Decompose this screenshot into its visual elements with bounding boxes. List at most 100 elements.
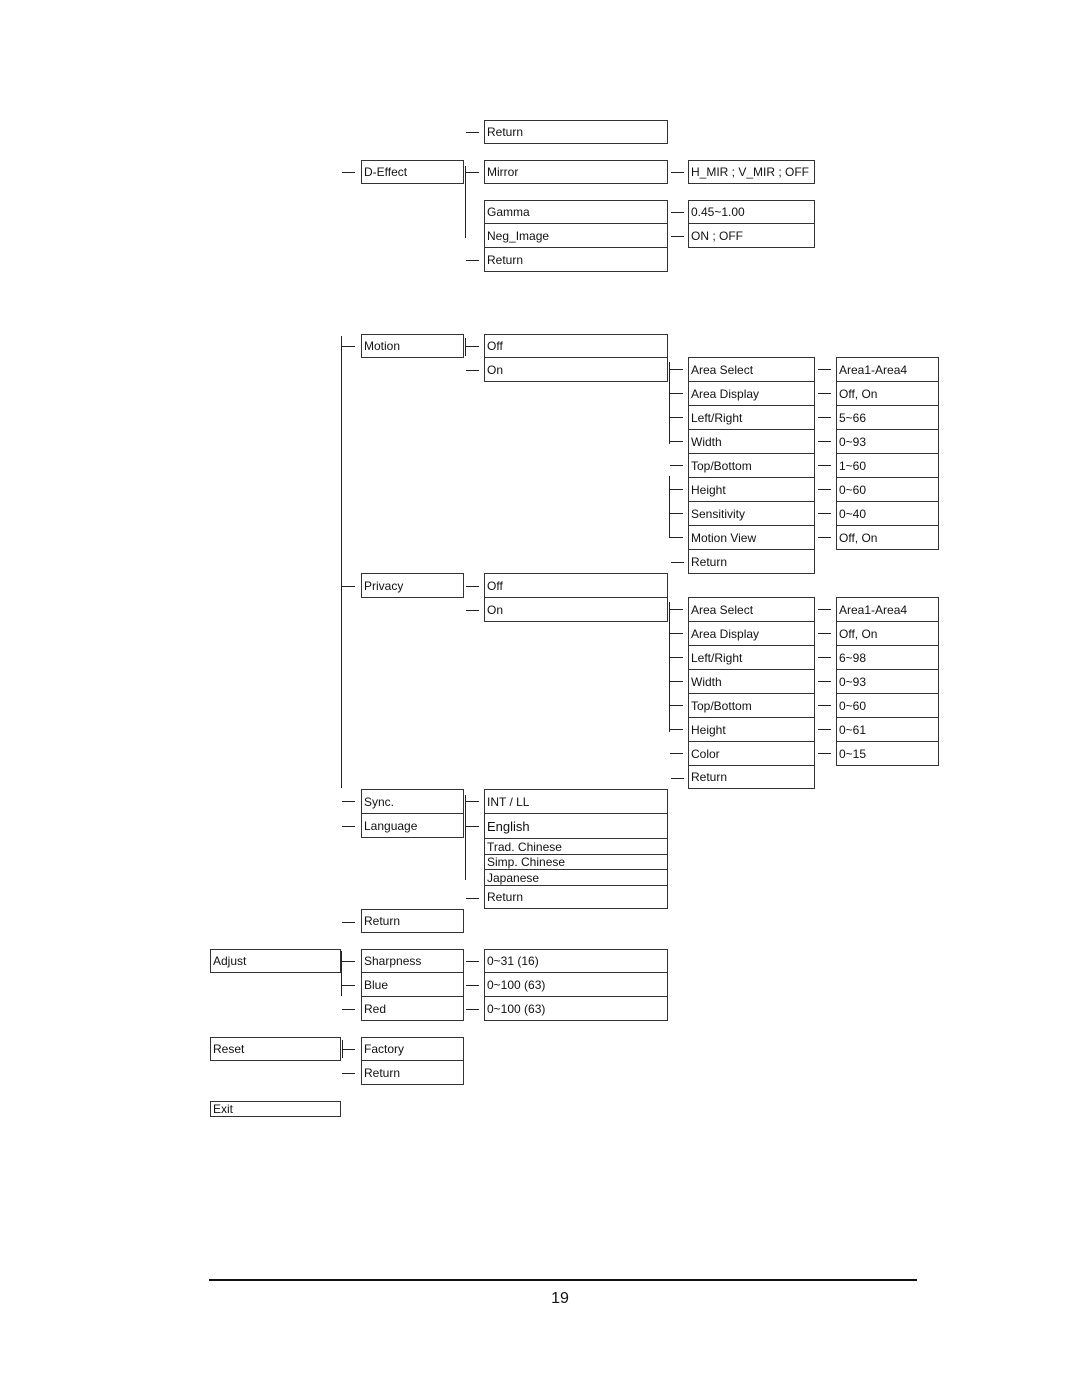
connector (341, 951, 342, 996)
motion-option-off: Off (484, 334, 668, 358)
connector (671, 212, 684, 213)
adjust-blue: Blue (361, 972, 464, 997)
menu-item-exit: Exit (210, 1101, 341, 1117)
footer-rule (209, 1279, 917, 1281)
menu-item-language: Language (361, 813, 464, 838)
connector (342, 1073, 355, 1074)
motion-setting-value: Area1-Area4 (836, 357, 939, 382)
connector (466, 610, 479, 611)
connector (818, 441, 831, 442)
connector (818, 705, 831, 706)
connector (341, 346, 355, 347)
privacy-setting-value: 0~61 (836, 717, 939, 742)
connector (342, 1049, 355, 1050)
connector (670, 441, 683, 442)
motion-setting-value: 1~60 (836, 453, 939, 478)
connector (670, 609, 683, 610)
connector (670, 657, 683, 658)
deffect-gamma: Gamma (484, 200, 668, 224)
adjust-blue-value: 0~100 (63) (484, 972, 668, 997)
connector (670, 633, 683, 634)
connector (342, 985, 355, 986)
privacy-setting-value: 0~93 (836, 669, 939, 694)
connector (670, 705, 683, 706)
connector (342, 172, 355, 173)
privacy-setting-label: Height (688, 717, 815, 742)
connector (342, 922, 355, 923)
connector (671, 778, 684, 779)
connector (818, 753, 831, 754)
adjust-red-value: 0~100 (63) (484, 996, 668, 1021)
motion-setting-label: Area Display (688, 381, 815, 406)
connector (818, 393, 831, 394)
osd-menu-tree-diagram: Return D-Effect Mirror H_MIR ; V_MIR ; O… (0, 0, 1080, 1397)
connector (466, 1009, 479, 1010)
connector (818, 633, 831, 634)
adjust-sharpness: Sharpness (361, 949, 464, 973)
language-option-simp-chinese: Simp. Chinese (484, 854, 668, 870)
connector (465, 172, 479, 173)
privacy-setting-label: Area Select (688, 597, 815, 622)
privacy-setting-value: Area1-Area4 (836, 597, 939, 622)
connector (341, 961, 355, 962)
deffect-return-bottom: Return (484, 247, 668, 272)
connector (818, 657, 831, 658)
menu-item-sync: Sync. (361, 789, 464, 814)
connector (466, 961, 479, 962)
connector (818, 489, 831, 490)
connector (466, 586, 479, 587)
reset-factory: Factory (361, 1037, 464, 1061)
connector (670, 489, 683, 490)
connector (818, 417, 831, 418)
privacy-setting-value: Off, On (836, 621, 939, 646)
motion-option-on: On (484, 357, 668, 382)
connector (818, 465, 831, 466)
connector (465, 795, 466, 880)
connector (670, 393, 683, 394)
connector (465, 346, 479, 347)
connector (818, 369, 831, 370)
connector (818, 513, 831, 514)
motion-return: Return (688, 549, 815, 574)
privacy-setting-label: Left/Right (688, 645, 815, 670)
adjust-red: Red (361, 996, 464, 1021)
connector (465, 801, 479, 802)
motion-setting-value: 0~60 (836, 477, 939, 502)
language-option-japanese: Japanese (484, 869, 668, 886)
deffect-mirror-value: H_MIR ; V_MIR ; OFF (688, 160, 815, 184)
sync-value: INT / LL (484, 789, 668, 814)
connector (342, 1009, 355, 1010)
deffect-gamma-value: 0.45~1.00 (688, 200, 815, 224)
language-option-english: English (484, 813, 668, 839)
connector (341, 336, 342, 788)
privacy-setting-label: Color (688, 741, 815, 766)
connector (465, 166, 466, 238)
privacy-setting-label: Top/Bottom (688, 693, 815, 718)
menu-item-privacy: Privacy (361, 573, 464, 598)
connector (671, 236, 684, 237)
motion-setting-label: Height (688, 477, 815, 502)
connector (465, 338, 466, 356)
connector (670, 729, 683, 730)
connector (818, 537, 831, 538)
motion-setting-label: Motion View (688, 525, 815, 550)
connector (670, 369, 683, 370)
deffect-neg-image-value: ON ; OFF (688, 223, 815, 248)
connector (818, 609, 831, 610)
connector (818, 729, 831, 730)
menu-item-reset: Reset (210, 1037, 341, 1061)
motion-setting-value: Off, On (836, 381, 939, 406)
motion-setting-value: 0~40 (836, 501, 939, 526)
connector (671, 562, 684, 563)
setup-return: Return (361, 909, 464, 933)
motion-setting-value: Off, On (836, 525, 939, 550)
connector (342, 801, 355, 802)
menu-item-adjust: Adjust (210, 949, 341, 973)
reset-return: Return (361, 1060, 464, 1085)
motion-setting-label: Top/Bottom (688, 453, 815, 478)
privacy-option-on: On (484, 597, 668, 622)
connector (669, 362, 670, 444)
connector (670, 465, 683, 466)
connector (466, 898, 479, 899)
connector (465, 826, 479, 827)
